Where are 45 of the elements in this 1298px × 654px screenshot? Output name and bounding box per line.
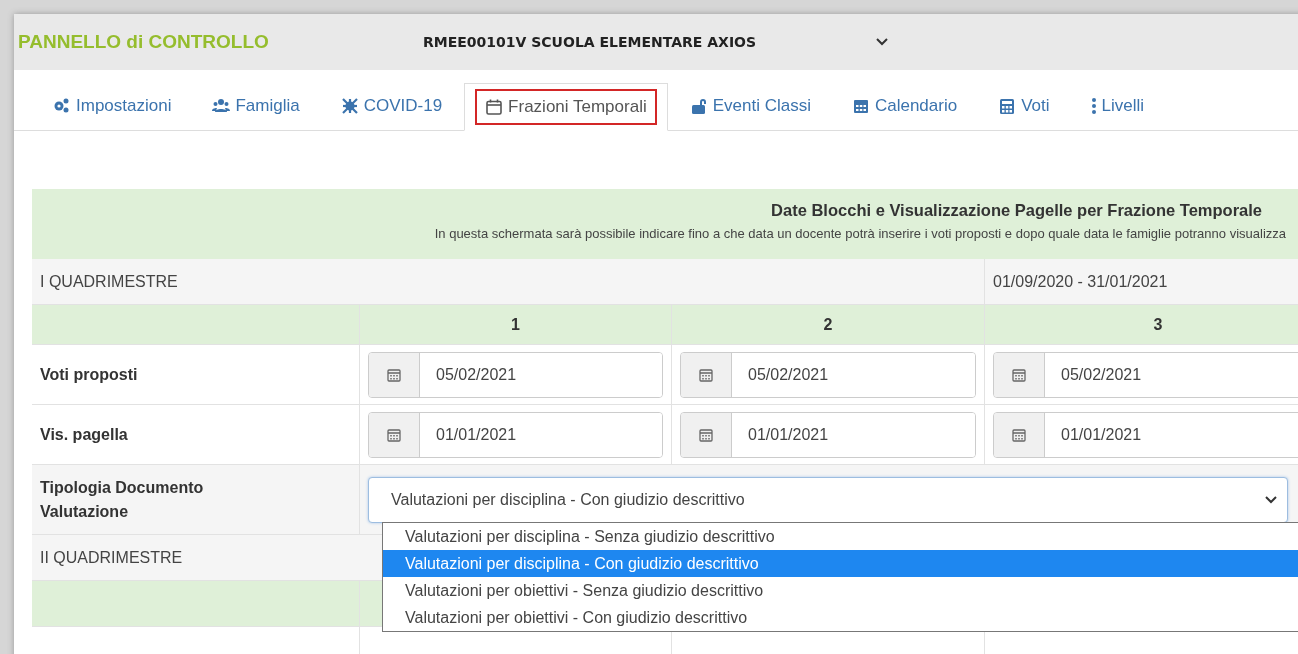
date-field[interactable]: 01/01/2021 <box>680 411 976 458</box>
page-title: PANNELLO di CONTROLLO <box>18 31 270 53</box>
term-name: II QUADRIMESTRE <box>40 548 183 567</box>
dropdown-option[interactable]: Valutazioni per disciplina - Con giudizio descrittivo <box>383 550 1298 577</box>
tab-icon <box>689 97 708 115</box>
nav-tab[interactable]: Eventi Classi <box>670 82 830 130</box>
nav-tab[interactable]: Voti <box>979 82 1069 130</box>
nav-tab[interactable]: Calendario <box>832 82 977 130</box>
nav-tab[interactable]: Livelli <box>1071 82 1164 130</box>
calendar-icon <box>1012 367 1026 382</box>
panel-title: Date Blocchi e Visualizzazione Pagelle per Frazione Temporale <box>770 201 1263 220</box>
tab-icon <box>340 97 359 115</box>
date-field[interactable]: 05/02/2021 <box>993 351 1298 398</box>
date-field[interactable]: 05/02/2021 <box>680 351 976 398</box>
chevron-down-icon <box>1265 496 1277 504</box>
school-select[interactable]: RMEE00101V SCUOLA ELEMENTARE AXIOS <box>423 34 889 50</box>
date-field[interactable]: 01/01/2021 <box>993 411 1298 458</box>
term-dates: 01/09/2020 - 31/01/2021 <box>993 272 1168 291</box>
chevron-down-icon <box>876 38 889 46</box>
row-label: Vis. pagella <box>40 425 128 444</box>
tab-icon <box>485 98 504 116</box>
term-name: I QUADRIMESTRE <box>40 272 178 291</box>
row-label: Tipologia Documento Valutazione <box>40 477 205 522</box>
nav-tab[interactable]: Frazioni Temporali <box>464 83 668 131</box>
tab-icon <box>53 97 71 115</box>
calendar-icon <box>1012 427 1026 442</box>
date-field[interactable]: 05/02/2021 <box>368 351 663 398</box>
column-header: 3 <box>1153 315 1163 334</box>
calendar-icon <box>387 367 401 382</box>
tab-icon <box>998 97 1017 115</box>
nav-tab[interactable]: COVID-19 <box>321 82 462 130</box>
panel-description: In questa schermata sarà possibile indicare fino a che data un docente potrà inserire i voti proposti e dopo quale data le famiglie potranno visualizza <box>433 226 1287 241</box>
tab-icon <box>212 97 231 115</box>
nav-tab[interactable]: Impostazioni <box>34 82 191 130</box>
calendar-icon <box>387 427 401 442</box>
tab-icon <box>851 97 870 115</box>
tab-icon <box>1090 97 1097 115</box>
column-header: 2 <box>823 315 833 334</box>
date-field[interactable]: 01/01/2021 <box>368 411 663 458</box>
nav-tab[interactable]: Famiglia <box>193 82 319 130</box>
column-header: 1 <box>511 315 520 334</box>
row-label: Voti proposti <box>40 365 138 384</box>
document-type-select[interactable]: Valutazioni per disciplina - Con giudizio descrittivo <box>368 477 1288 523</box>
calendar-icon <box>699 367 713 382</box>
calendar-icon <box>699 427 713 442</box>
